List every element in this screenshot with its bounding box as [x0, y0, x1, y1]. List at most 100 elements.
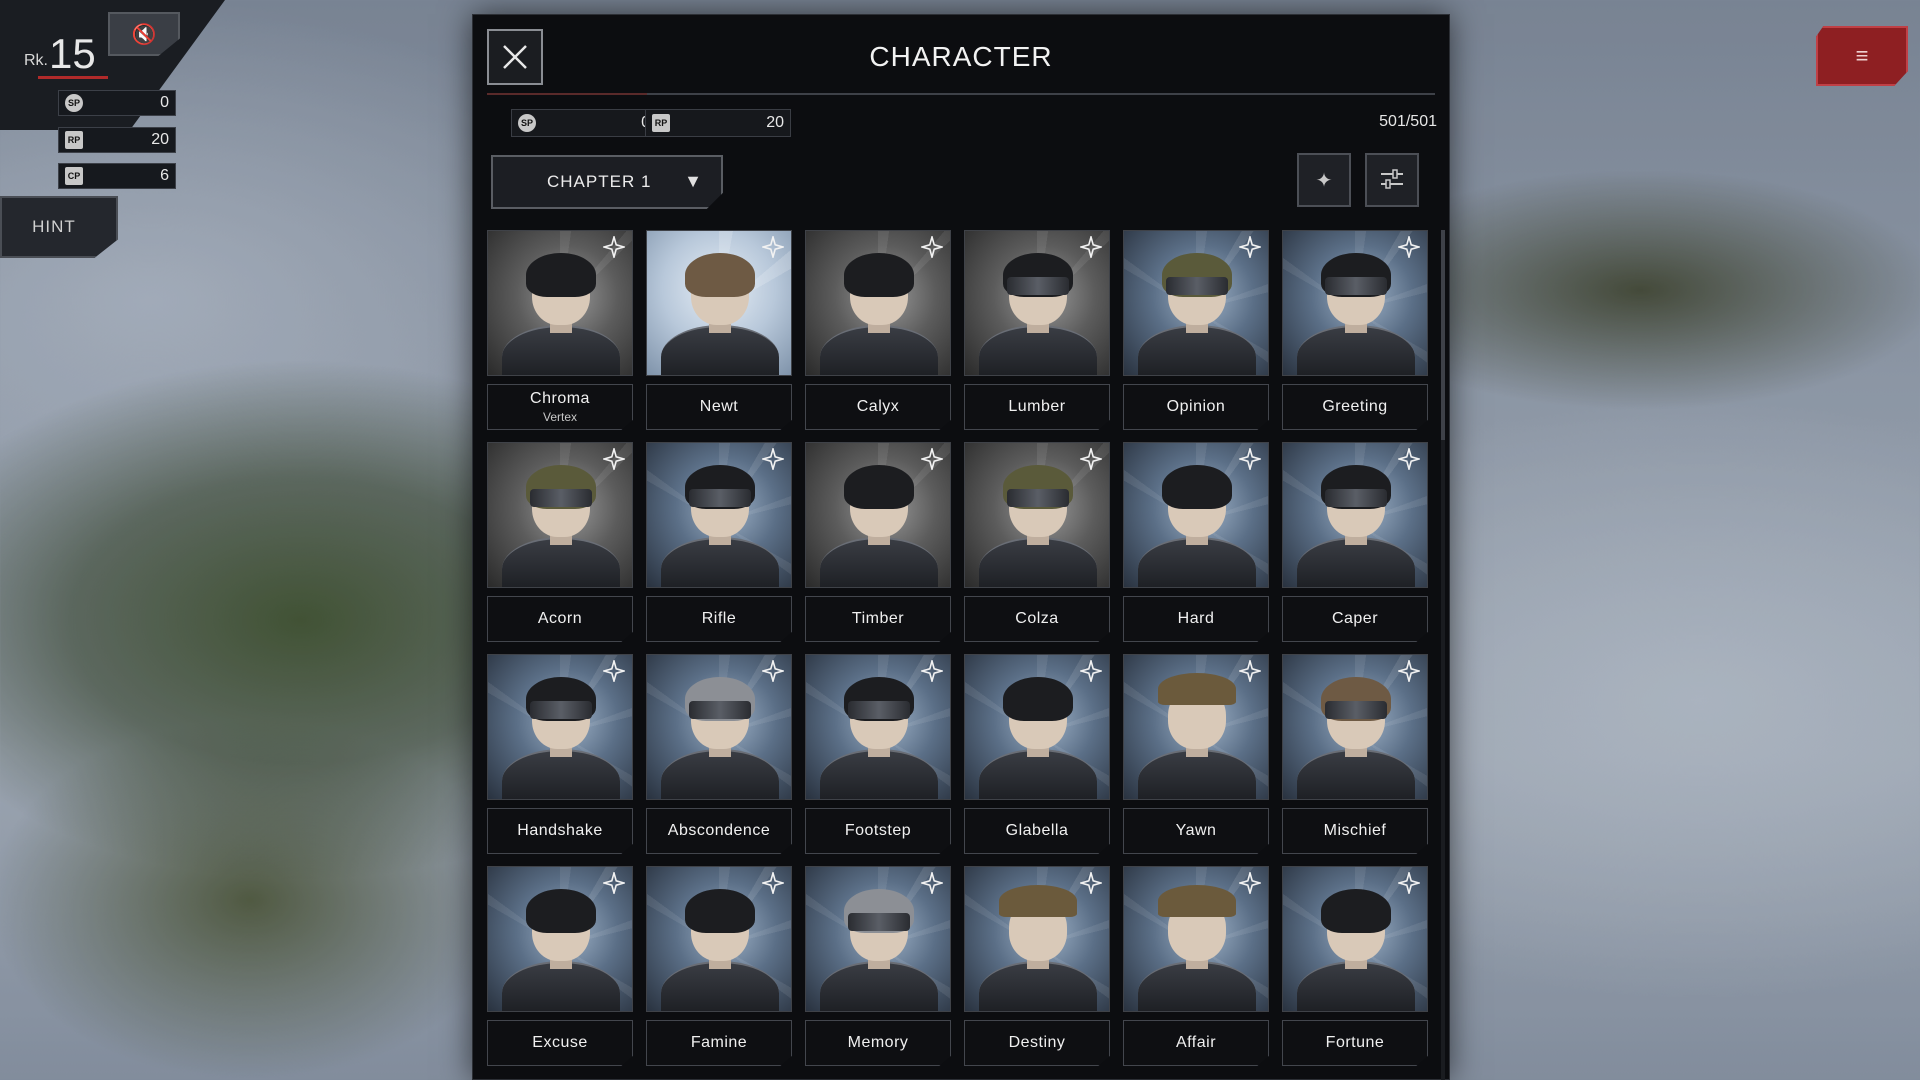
character-card[interactable]: Yawn	[1123, 654, 1269, 854]
character-name-plate: Lumber	[964, 384, 1110, 430]
character-card[interactable]: Newt	[646, 230, 792, 430]
favorite-star-icon[interactable]	[601, 870, 627, 896]
character-card[interactable]: Excuse	[487, 866, 633, 1066]
character-name: Newt	[699, 398, 739, 415]
portrait-cap	[999, 885, 1077, 917]
favorite-star-icon[interactable]	[760, 234, 786, 260]
favorite-star-icon[interactable]	[919, 658, 945, 684]
chapter-dropdown[interactable]: CHAPTER 1 ▼	[491, 155, 723, 209]
character-name: Excuse	[532, 1034, 588, 1051]
sparkle-star-icon	[762, 448, 784, 470]
favorite-star-icon[interactable]	[1396, 870, 1422, 896]
sort-filter-button[interactable]	[1365, 153, 1419, 207]
sparkle-star-icon	[1398, 660, 1420, 682]
sparkle-star-icon	[921, 448, 943, 470]
main-menu-button[interactable]: ≡	[1816, 26, 1908, 86]
character-card[interactable]: Memory	[805, 866, 951, 1066]
character-card[interactable]: Mischief	[1282, 654, 1428, 854]
character-name: Memory	[847, 1034, 909, 1051]
character-card[interactable]: Footstep	[805, 654, 951, 854]
character-card[interactable]: Famine	[646, 866, 792, 1066]
character-card[interactable]: Handshake	[487, 654, 633, 854]
rp-value: 20	[766, 114, 784, 131]
favorite-star-icon[interactable]	[1396, 446, 1422, 472]
favorite-star-icon[interactable]	[1237, 446, 1263, 472]
character-name: Yawn	[1175, 822, 1217, 839]
favorite-star-icon[interactable]	[919, 870, 945, 896]
favorite-star-icon[interactable]	[1237, 234, 1263, 260]
favorite-star-icon[interactable]	[601, 658, 627, 684]
character-name-plate: Footstep	[805, 808, 951, 854]
character-name-plate: Abscondence	[646, 808, 792, 854]
hamburger-icon: ≡	[1855, 43, 1869, 68]
character-name-plate: Mischief	[1282, 808, 1428, 854]
favorite-star-icon[interactable]	[1078, 658, 1104, 684]
character-name-plate: Acorn	[487, 596, 633, 642]
character-card[interactable]: Fortune	[1282, 866, 1428, 1066]
sparkle-star-icon: ✦	[1315, 169, 1333, 192]
title-divider-accent	[487, 93, 647, 95]
character-card[interactable]: Caper	[1282, 442, 1428, 642]
character-card[interactable]: Abscondence	[646, 654, 792, 854]
favorite-star-icon[interactable]	[1237, 870, 1263, 896]
character-card[interactable]: Hard	[1123, 442, 1269, 642]
hud-rp-value: 20	[151, 131, 169, 148]
sparkle-star-icon	[603, 448, 625, 470]
character-card[interactable]: Calyx	[805, 230, 951, 430]
character-name-plate: Colza	[964, 596, 1110, 642]
favorite-star-icon[interactable]	[760, 870, 786, 896]
favorite-star-icon[interactable]	[919, 234, 945, 260]
character-card[interactable]: Colza	[964, 442, 1110, 642]
favorite-star-icon[interactable]	[760, 658, 786, 684]
character-name: Mischief	[1323, 822, 1387, 839]
favorite-star-icon[interactable]	[919, 446, 945, 472]
hud-cp-value: 6	[160, 167, 169, 184]
hint-button[interactable]: HINT	[0, 196, 118, 258]
favorite-star-icon[interactable]	[760, 446, 786, 472]
portrait-cap	[1158, 673, 1236, 705]
character-card[interactable]: Acorn	[487, 442, 633, 642]
portrait-visor	[1325, 277, 1387, 295]
character-card[interactable]: Timber	[805, 442, 951, 642]
sparkle-star-icon	[921, 236, 943, 258]
character-card[interactable]: Lumber	[964, 230, 1110, 430]
favorite-star-icon[interactable]	[1396, 658, 1422, 684]
character-card[interactable]: Opinion	[1123, 230, 1269, 430]
portrait-visor	[1325, 701, 1387, 719]
sparkle-star-icon	[1398, 236, 1420, 258]
favorite-filter-button[interactable]: ✦	[1297, 153, 1351, 207]
favorite-star-icon[interactable]	[1078, 234, 1104, 260]
portrait-hair	[685, 253, 755, 297]
character-name: Hard	[1177, 610, 1215, 627]
character-name-plate: Excuse	[487, 1020, 633, 1066]
character-name: Abscondence	[667, 822, 771, 839]
favorite-star-icon[interactable]	[1237, 658, 1263, 684]
portrait-visor	[848, 701, 910, 719]
favorite-star-icon[interactable]	[601, 234, 627, 260]
portrait-hair	[844, 253, 914, 297]
character-card[interactable]: Glabella	[964, 654, 1110, 854]
character-card[interactable]: Greeting	[1282, 230, 1428, 430]
character-name: Footstep	[844, 822, 912, 839]
character-name: Lumber	[1008, 398, 1066, 415]
character-name: Calyx	[856, 398, 900, 415]
sparkle-star-icon	[1398, 872, 1420, 894]
character-name-plate: Hard	[1123, 596, 1269, 642]
character-card[interactable]: Destiny	[964, 866, 1110, 1066]
character-card[interactable]: Chroma Vertex	[487, 230, 633, 430]
sparkle-star-icon	[1080, 660, 1102, 682]
modal-title: CHARACTER	[869, 41, 1053, 72]
favorite-star-icon[interactable]	[1396, 234, 1422, 260]
character-name-plate: Timber	[805, 596, 951, 642]
character-name-plate: Chroma Vertex	[487, 384, 633, 430]
favorite-star-icon[interactable]	[601, 446, 627, 472]
character-card[interactable]: Rifle	[646, 442, 792, 642]
character-card[interactable]: Affair	[1123, 866, 1269, 1066]
sp-counter: SP 0	[511, 109, 657, 137]
portrait-visor	[1325, 489, 1387, 507]
favorite-star-icon[interactable]	[1078, 870, 1104, 896]
character-name-plate: Rifle	[646, 596, 792, 642]
scrollbar-thumb[interactable]	[1441, 230, 1445, 440]
favorite-star-icon[interactable]	[1078, 446, 1104, 472]
portrait-visor	[1007, 489, 1069, 507]
